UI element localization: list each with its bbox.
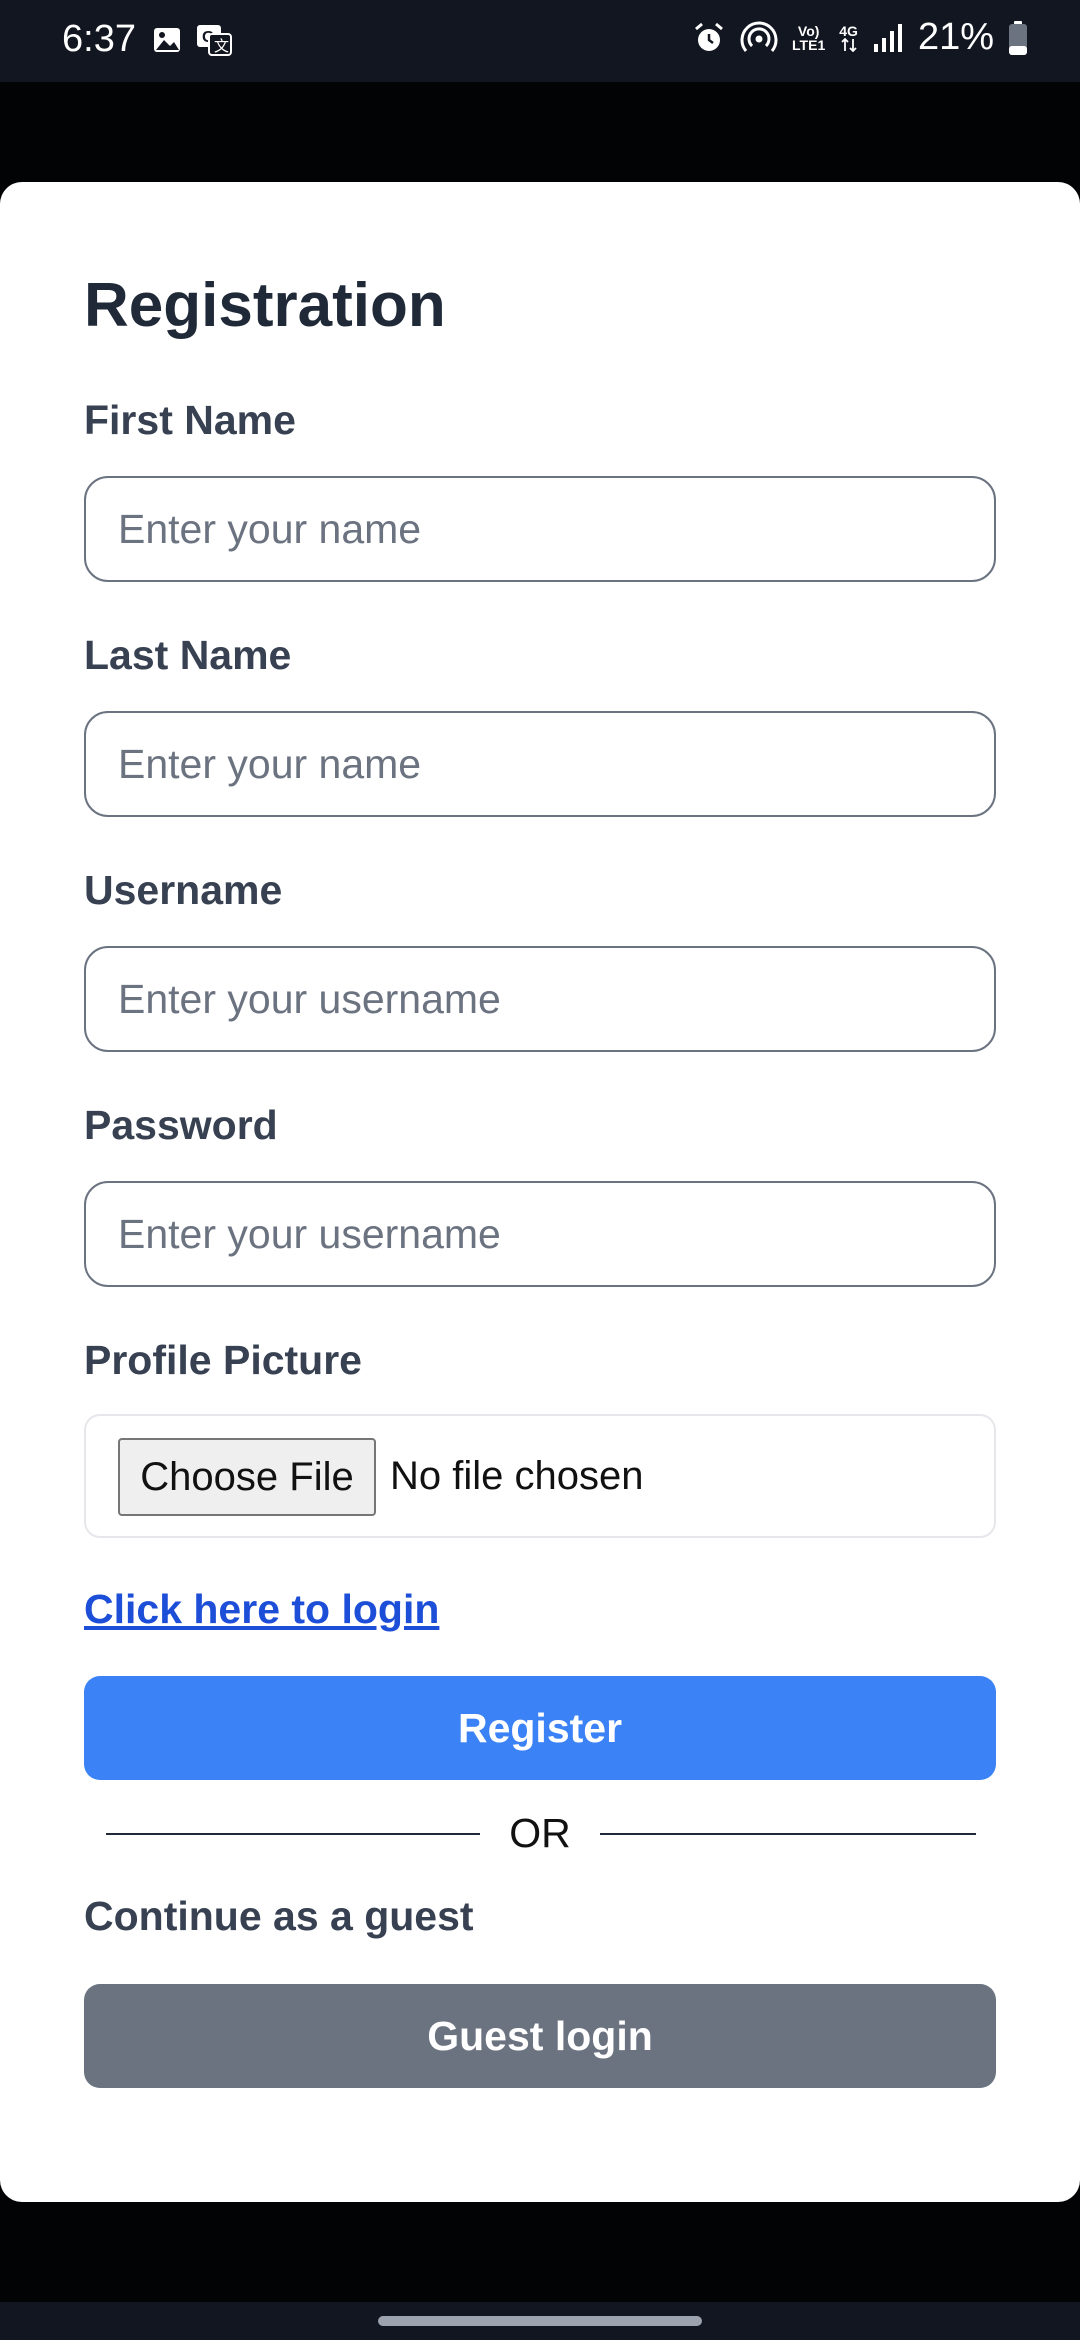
signal-icon xyxy=(872,22,904,54)
file-status-text: No file chosen xyxy=(390,1454,644,1498)
translate-icon: G文 xyxy=(196,24,232,56)
home-indicator[interactable] xyxy=(378,2316,702,2326)
password-label: Password xyxy=(84,1102,278,1148)
divider-right xyxy=(600,1833,976,1835)
volte-icon: Vo) LTE1 xyxy=(792,24,825,52)
choose-file-button[interactable]: Choose File xyxy=(118,1438,376,1516)
profile-picture-label: Profile Picture xyxy=(84,1337,362,1383)
username-label: Username xyxy=(84,867,283,913)
username-field-wrapper xyxy=(84,946,996,1052)
profile-picture-file-input[interactable]: Choose File No file chosen xyxy=(84,1414,996,1538)
password-input[interactable] xyxy=(86,1183,994,1285)
first-name-input[interactable] xyxy=(86,478,994,580)
first-name-field-wrapper xyxy=(84,476,996,582)
last-name-field-wrapper xyxy=(84,711,996,817)
volte-top-label: Vo) xyxy=(797,22,820,39)
battery-icon xyxy=(1008,20,1028,56)
hotspot-icon xyxy=(740,21,778,55)
guest-login-button[interactable]: Guest login xyxy=(84,1984,996,2088)
page-title: Registration xyxy=(84,271,446,340)
first-name-label: First Name xyxy=(84,397,296,443)
data-type-label: 4G xyxy=(839,22,858,39)
username-input[interactable] xyxy=(86,948,994,1050)
password-field-wrapper xyxy=(84,1181,996,1287)
guest-prompt: Continue as a guest xyxy=(84,1893,474,1939)
volte-bottom-label: LTE1 xyxy=(792,36,826,53)
alarm-icon xyxy=(692,21,726,55)
register-button[interactable]: Register xyxy=(84,1676,996,1780)
battery-percent: 21% xyxy=(917,16,994,58)
status-time: 6:37 xyxy=(62,18,136,60)
data-type-icon: 4G xyxy=(839,24,858,52)
status-bar: 6:37 G文 Vo) LTE1 4G 21% xyxy=(0,0,1080,82)
login-link[interactable]: Click here to login xyxy=(84,1586,439,1633)
navigation-bar xyxy=(0,2302,1080,2340)
last-name-input[interactable] xyxy=(86,713,994,815)
svg-text:文: 文 xyxy=(214,38,229,55)
last-name-label: Last Name xyxy=(84,632,292,678)
gallery-icon xyxy=(152,24,182,56)
